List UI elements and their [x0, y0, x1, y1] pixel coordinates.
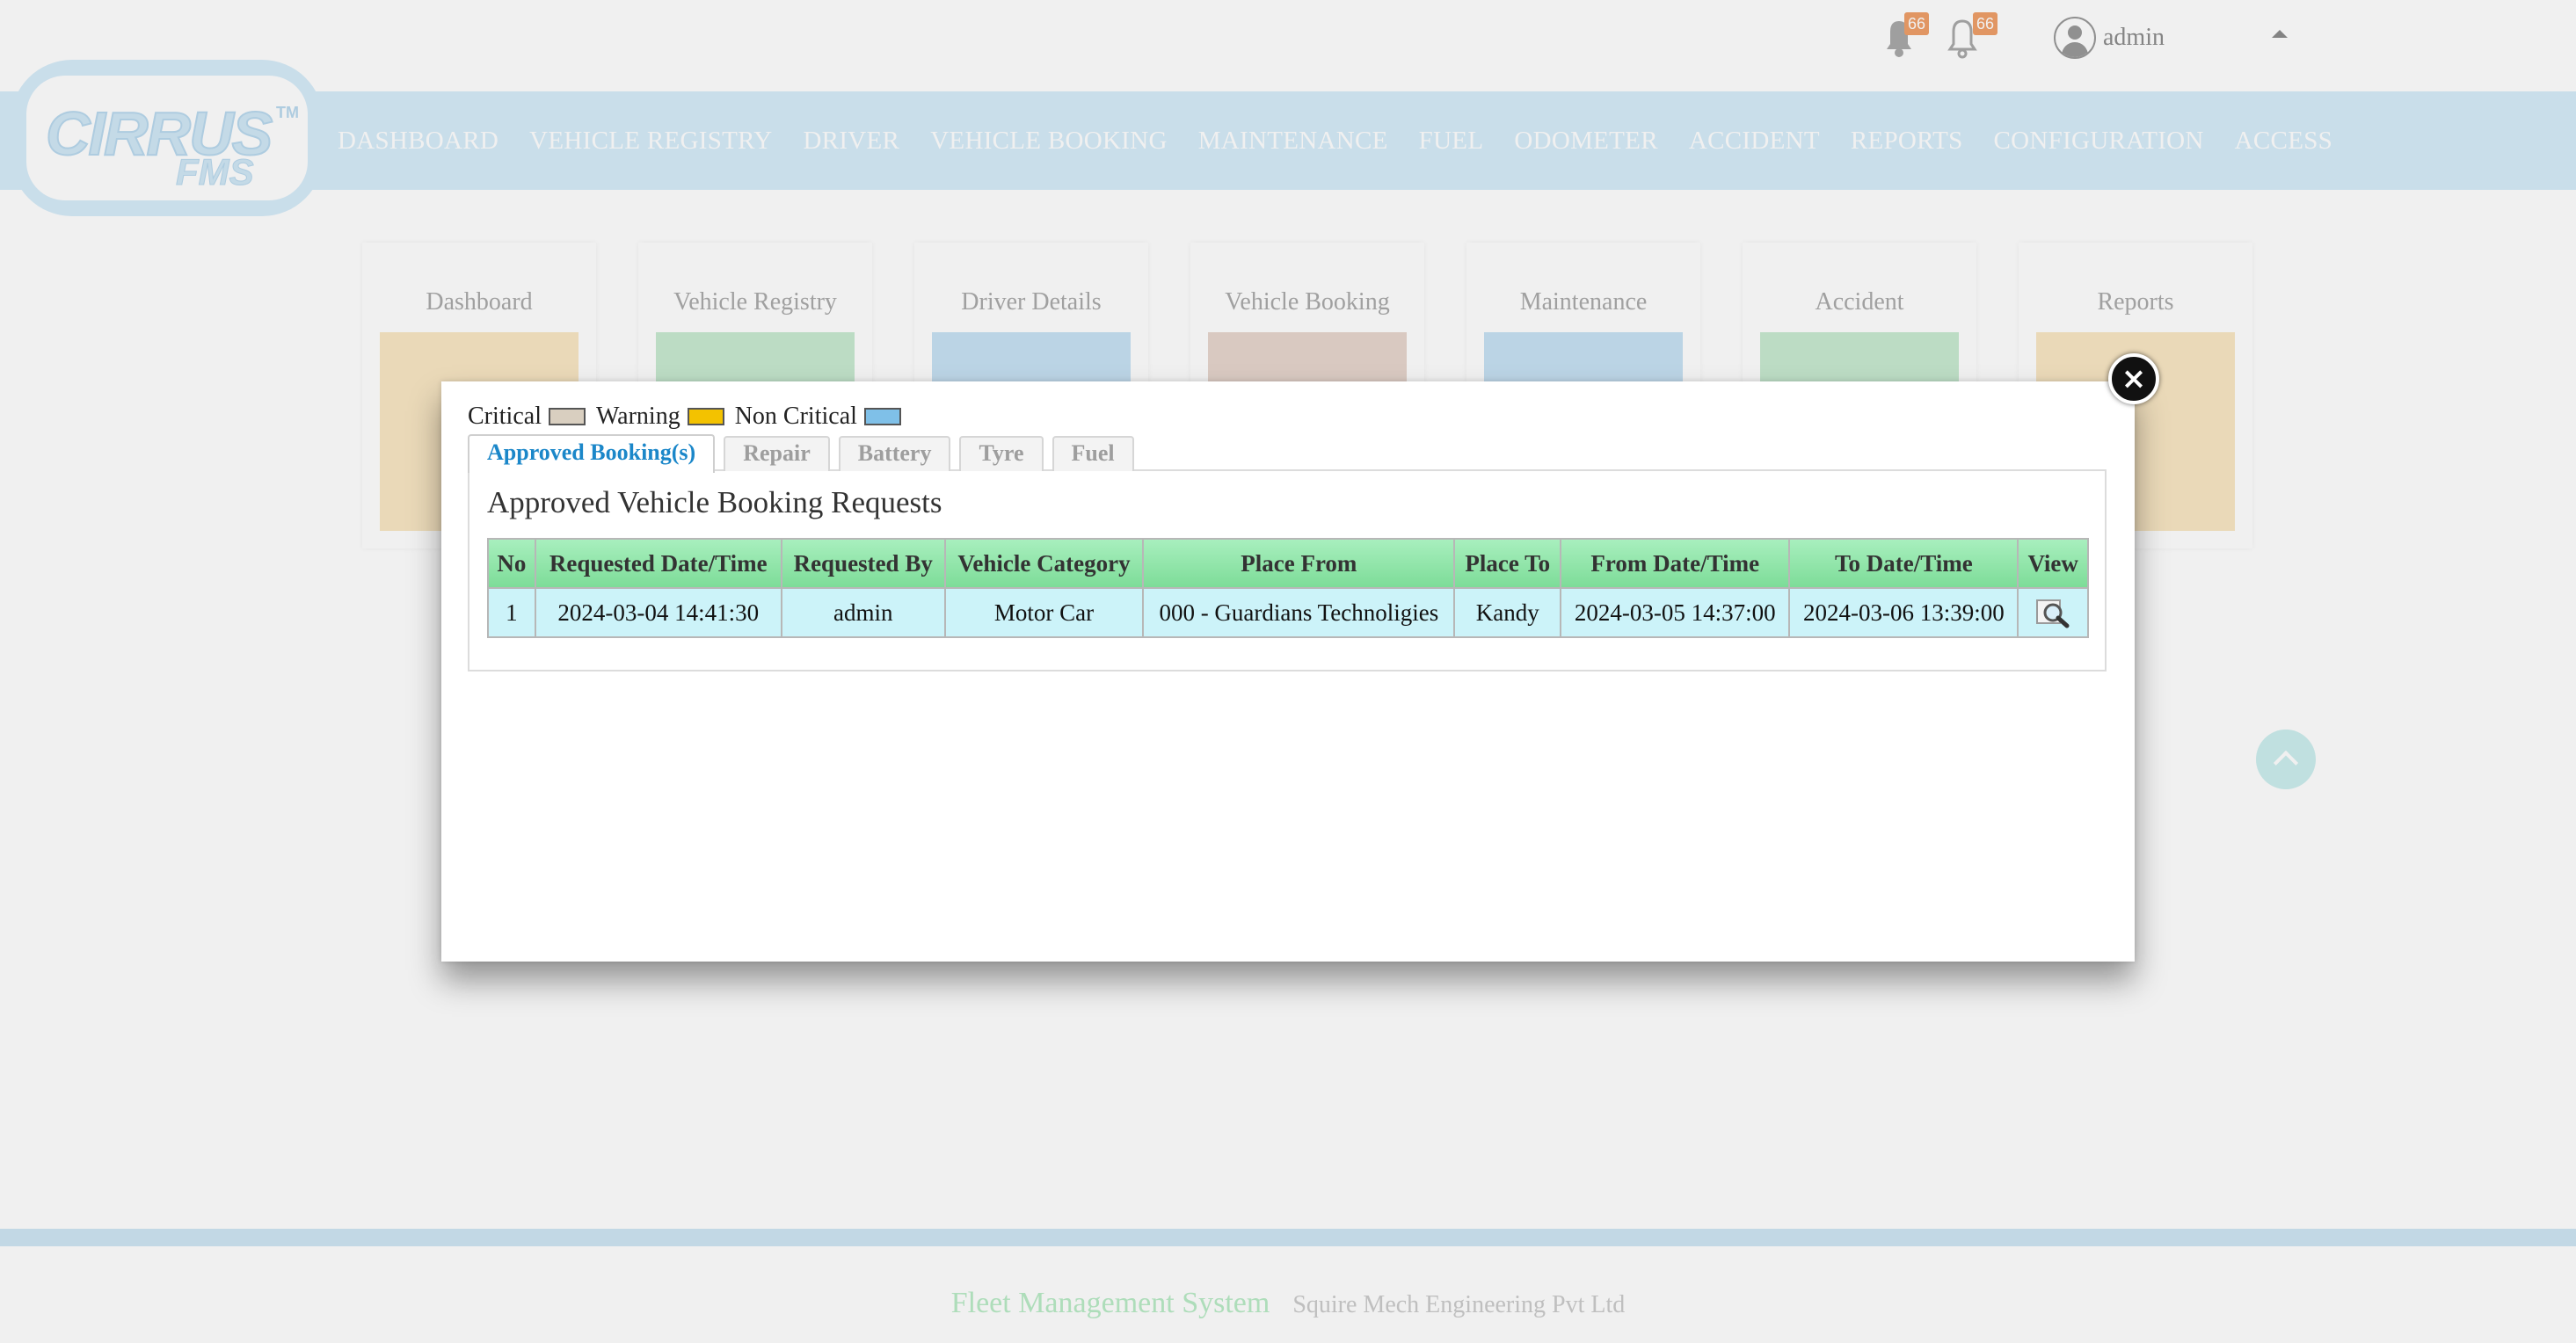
- close-icon: ×: [2121, 361, 2147, 396]
- column-header: Place From: [1142, 538, 1456, 589]
- column-header: Requested Date/Time: [534, 538, 782, 589]
- tab-repair[interactable]: Repair: [724, 436, 830, 471]
- bookings-table: No Requested Date/Time Requested By Vehi…: [487, 538, 2089, 638]
- legend-swatch-critical: [548, 408, 586, 425]
- legend-label-warning: Warning: [595, 403, 680, 430]
- cell-vehicle-category: Motor Car: [943, 587, 1145, 638]
- magnifier-icon[interactable]: [2035, 597, 2070, 628]
- legend-label-critical: Critical: [468, 403, 542, 430]
- column-header: Requested By: [780, 538, 946, 589]
- column-header: No: [487, 538, 536, 589]
- table-header-row: No Requested Date/Time Requested By Vehi…: [487, 538, 2089, 589]
- cell-no: 1: [487, 587, 536, 638]
- panel-title: Approved Vehicle Booking Requests: [487, 485, 942, 519]
- column-header: Place To: [1453, 538, 1562, 589]
- legend-swatch-non-critical: [863, 408, 901, 425]
- cell-place-from: 000 - Guardians Technoligies: [1142, 587, 1456, 638]
- legend-swatch-warning: [687, 408, 724, 425]
- modal-tabs: Approved Booking(s) Repair Battery Tyre …: [468, 432, 1143, 473]
- severity-legend: Critical Warning Non Critical: [468, 403, 912, 431]
- cell-requested-datetime: 2024-03-04 14:41:30: [534, 587, 782, 638]
- legend-label-non-critical: Non Critical: [734, 403, 857, 430]
- column-header: To Date/Time: [1788, 538, 2019, 589]
- close-button[interactable]: ×: [2108, 353, 2159, 404]
- table-row: 1 2024-03-04 14:41:30 admin Motor Car 00…: [487, 587, 2089, 638]
- column-header: From Date/Time: [1560, 538, 1791, 589]
- cell-view: [2017, 587, 2089, 638]
- tab-approved-bookings[interactable]: Approved Booking(s): [468, 434, 716, 473]
- tab-battery[interactable]: Battery: [838, 436, 951, 471]
- cell-place-to: Kandy: [1453, 587, 1562, 638]
- tab-fuel[interactable]: Fuel: [1052, 436, 1134, 471]
- cell-to-datetime: 2024-03-06 13:39:00: [1788, 587, 2019, 638]
- column-header: Vehicle Category: [943, 538, 1145, 589]
- tab-tyre[interactable]: Tyre: [959, 436, 1044, 471]
- cell-requested-by: admin: [780, 587, 946, 638]
- cell-from-datetime: 2024-03-05 14:37:00: [1560, 587, 1791, 638]
- column-header: View: [2017, 538, 2089, 589]
